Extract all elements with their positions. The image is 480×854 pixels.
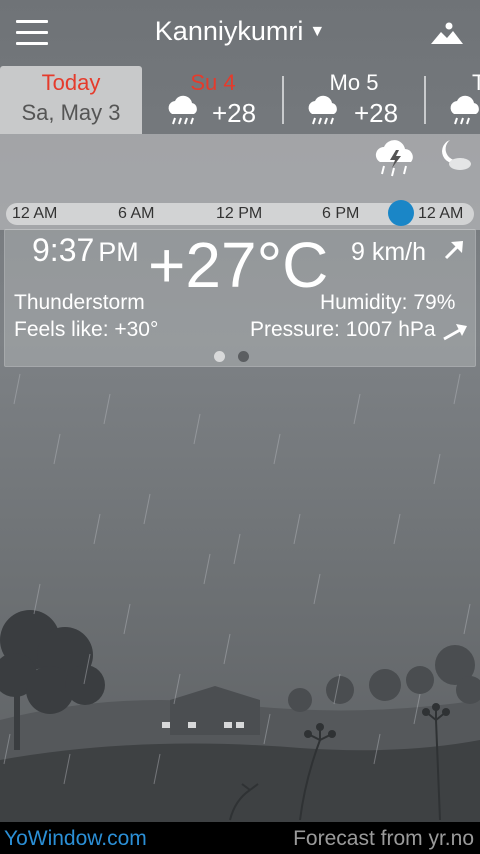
tab-monday[interactable]: Mo 5 +28 (284, 66, 424, 134)
current-time: 9:37 PM (32, 232, 139, 269)
forecast-source-link[interactable]: Forecast from yr.no (293, 827, 474, 851)
feels-like: Feels like: +30° (14, 318, 159, 341)
wind-direction-arrow-icon (444, 241, 463, 260)
page-dot (238, 351, 249, 362)
day-date: Sa, May 3 (21, 100, 121, 125)
day-temp: +28 (212, 98, 257, 128)
day-tabs: Today Sa, May 3 Su 4 +28 Mo 5 +28 T (0, 66, 480, 134)
day-name: Su 4 (190, 70, 236, 95)
brand-link[interactable]: YoWindow.com (4, 827, 147, 851)
time-ampm: PM (98, 237, 139, 267)
timeline-label: 12 AM (418, 205, 464, 222)
rain-cloud-icon (450, 95, 479, 125)
top-bar: Kanniykumri ▼ (0, 0, 480, 66)
tab-next-day[interactable]: T (426, 66, 480, 134)
timeline-label: 6 PM (322, 205, 360, 222)
page-dot-active (214, 351, 225, 362)
timeline-label: 6 AM (118, 205, 155, 222)
day-name: Mo 5 (329, 70, 379, 95)
tab-today[interactable]: Today Sa, May 3 (0, 66, 142, 134)
wind-speed: 9 km/h (351, 238, 427, 266)
page-indicator (214, 349, 262, 367)
thunderstorm-icon (375, 140, 413, 177)
city-selector[interactable]: Kanniykumri ▼ (0, 16, 480, 47)
rain-cloud-icon (308, 95, 337, 125)
landscape-icon[interactable] (430, 20, 464, 46)
pressure: Pressure: 1007 hPa (250, 318, 436, 341)
humidity: Humidity: 79% (320, 291, 456, 314)
timeline-label: 12 PM (216, 205, 263, 222)
timeline-label: 12 AM (12, 205, 58, 222)
pressure-trend-arrow-icon (443, 324, 467, 341)
tab-sunday[interactable]: Su 4 +28 (142, 66, 284, 134)
current-temperature: +27°C (148, 229, 329, 301)
moon-cloud-icon (442, 140, 471, 170)
day-temp: +28 (354, 98, 399, 128)
day-name: Today (41, 70, 101, 95)
timeline-slider-handle[interactable] (388, 200, 414, 226)
time-value: 9:37 (32, 232, 95, 268)
condition-text: Thunderstorm (14, 291, 145, 314)
chevron-down-icon: ▼ (309, 23, 326, 40)
rain-cloud-icon (168, 95, 197, 125)
city-name: Kanniykumri (154, 16, 304, 46)
